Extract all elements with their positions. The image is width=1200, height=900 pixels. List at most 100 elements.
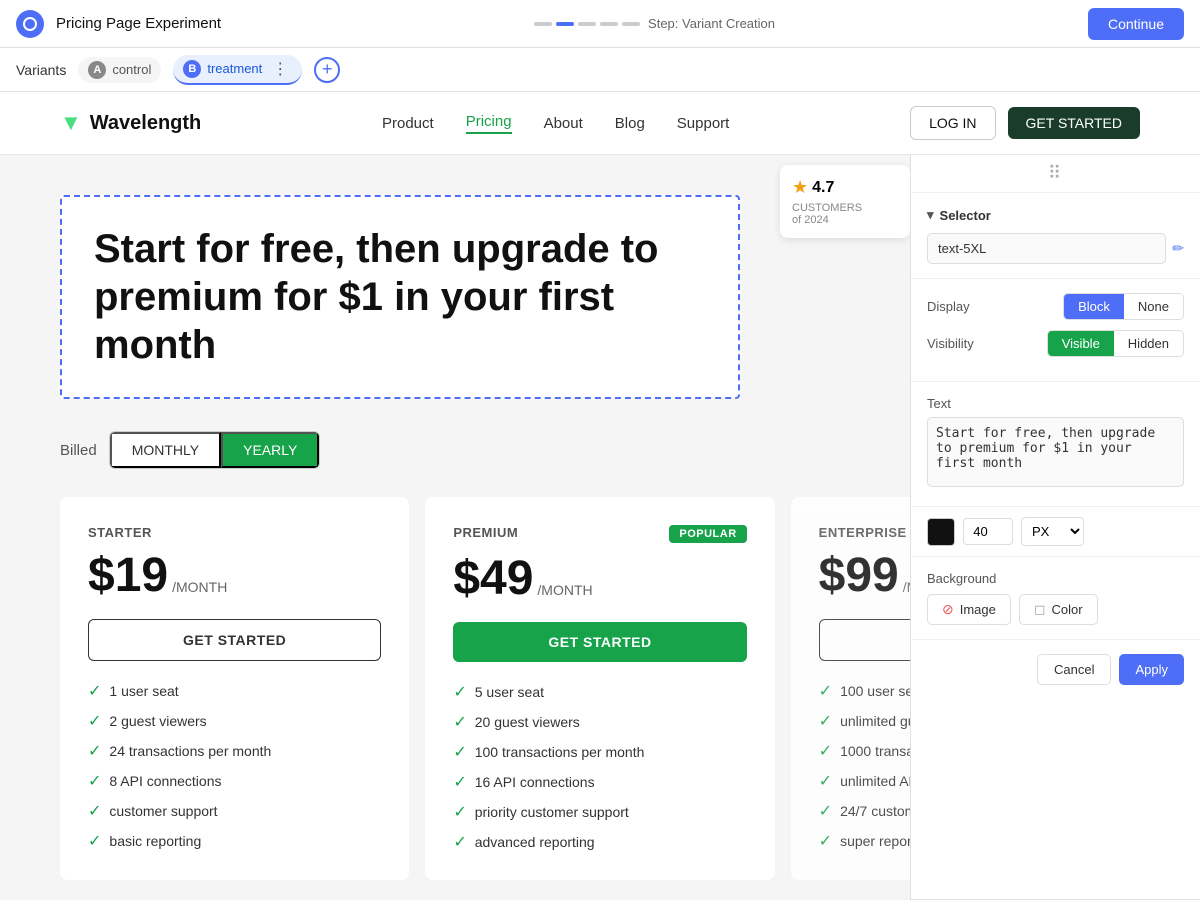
bg-image-icon: ⊘	[942, 601, 954, 618]
star-rating: ★ 4.7	[792, 177, 898, 198]
font-size-input[interactable]	[963, 518, 1013, 545]
main-area: ▼ Wavelength Product Pricing About Blog …	[0, 92, 1200, 900]
step-dot-2	[556, 22, 574, 26]
font-unit-select[interactable]: PX EM REM	[1021, 517, 1084, 546]
hero-section: Start for free, then upgrade to premium …	[60, 195, 740, 399]
variant-tab-treatment[interactable]: B treatment ⋮	[173, 55, 302, 85]
variant-control-label: control	[112, 62, 151, 77]
continue-button[interactable]: Continue	[1088, 8, 1184, 40]
billing-toggle-group: MONTHLY YEARLY	[109, 431, 321, 469]
background-options: ⊘ Image ◻ Color	[927, 594, 1184, 625]
variant-treatment-label: treatment	[207, 61, 262, 76]
display-block-btn[interactable]: Block	[1064, 294, 1124, 319]
check-icon: ✓	[88, 831, 101, 851]
visibility-prop-row: Visibility Visible Hidden	[927, 330, 1184, 357]
pricing-card-starter: STARTER $19 /MONTH GET STARTED ✓1 user s…	[60, 497, 409, 880]
check-icon: ✓	[453, 712, 466, 732]
panel-selector-section: ▾ Selector ✏	[911, 193, 1200, 279]
edit-icon[interactable]: ✏	[1172, 240, 1184, 257]
bg-image-option[interactable]: ⊘ Image	[927, 594, 1011, 625]
nav-blog[interactable]: Blog	[615, 115, 645, 132]
variant-add-button[interactable]: +	[314, 57, 340, 83]
rating-number: 4.7	[812, 179, 834, 197]
collapse-arrow-icon[interactable]: ▾	[927, 207, 934, 223]
feature-item: ✓16 API connections	[453, 772, 746, 792]
step-dot-3	[578, 22, 596, 26]
selector-input[interactable]	[927, 233, 1166, 264]
check-icon: ✓	[819, 831, 832, 851]
variants-bar: Variants A control B treatment ⋮ +	[0, 48, 1200, 92]
billing-yearly[interactable]: YEARLY	[221, 432, 319, 468]
visibility-hidden-btn[interactable]: Hidden	[1114, 331, 1183, 356]
apply-button[interactable]: Apply	[1119, 654, 1184, 685]
variant-more-icon[interactable]: ⋮	[268, 59, 292, 79]
panel-background-section: Background ⊘ Image ◻ Color	[911, 557, 1200, 640]
panel-selector-title: ▾ Selector	[927, 207, 1184, 223]
review-year: of 2024	[792, 214, 898, 226]
plan-cta-starter[interactable]: GET STARTED	[88, 619, 381, 661]
site-actions: LOG IN GET STARTED	[910, 106, 1140, 140]
hero-text: Start for free, then upgrade to premium …	[94, 225, 706, 369]
check-icon: ✓	[88, 771, 101, 791]
visibility-btn-group: Visible Hidden	[1047, 330, 1184, 357]
selector-input-row: ✏	[927, 233, 1184, 264]
text-label: Text	[927, 396, 1184, 411]
feature-item: ✓basic reporting	[88, 831, 381, 851]
step-progress	[534, 22, 640, 26]
cancel-button[interactable]: Cancel	[1037, 654, 1111, 685]
popular-badge: POPULAR	[669, 525, 746, 543]
variants-label: Variants	[16, 62, 66, 78]
nav-support[interactable]: Support	[677, 115, 730, 132]
nav-pricing[interactable]: Pricing	[466, 113, 512, 134]
page-title: Pricing Page Experiment	[56, 15, 221, 32]
visibility-visible-btn[interactable]: Visible	[1048, 331, 1114, 356]
plan-cta-premium[interactable]: GET STARTED	[453, 622, 746, 662]
billing-monthly[interactable]: MONTHLY	[110, 432, 221, 468]
feature-item: ✓8 API connections	[88, 771, 381, 791]
check-icon: ✓	[88, 711, 101, 731]
plan-name-starter: STARTER	[88, 525, 152, 540]
pricing-card-premium: PREMIUM POPULAR $49 /MONTH GET STARTED ✓…	[425, 497, 774, 880]
panel-text-section: Text Start for free, then upgrade to pre…	[911, 382, 1200, 507]
panel-display-section: Display Block None Visibility Visible Hi…	[911, 279, 1200, 382]
check-icon: ✓	[88, 681, 101, 701]
step-info: Step: Variant Creation	[534, 16, 775, 31]
font-row: PX EM REM	[911, 507, 1200, 557]
app-icon	[16, 10, 44, 38]
top-bar: Pricing Page Experiment Step: Variant Cr…	[0, 0, 1200, 48]
feature-item: ✓advanced reporting	[453, 832, 746, 852]
feature-item: ✓5 user seat	[453, 682, 746, 702]
nav-about[interactable]: About	[544, 115, 583, 132]
feature-list-starter: ✓1 user seat ✓2 guest viewers ✓24 transa…	[88, 681, 381, 851]
plan-name-premium: PREMIUM	[453, 525, 518, 540]
background-label: Background	[927, 571, 1184, 586]
nav-product[interactable]: Product	[382, 115, 434, 132]
bg-color-option[interactable]: ◻ Color	[1019, 594, 1098, 625]
right-panel: ⠿ ▾ Selector ✏ Display Block	[910, 155, 1200, 900]
font-color-swatch[interactable]	[927, 518, 955, 546]
bg-color-icon: ◻	[1034, 601, 1046, 618]
variant-tab-control[interactable]: A control	[78, 57, 161, 83]
plan-price-premium: $49 /MONTH	[453, 551, 746, 606]
app-icon-inner	[23, 17, 37, 31]
plan-name-enterprise: ENTERPRISE	[819, 525, 907, 540]
top-bar-left: Pricing Page Experiment	[16, 10, 221, 38]
check-icon: ✓	[819, 711, 832, 731]
step-dot-5	[622, 22, 640, 26]
site-get-started-button[interactable]: GET STARTED	[1008, 107, 1140, 139]
login-button[interactable]: LOG IN	[910, 106, 995, 140]
display-none-btn[interactable]: None	[1124, 294, 1183, 319]
billed-label: Billed	[60, 442, 97, 459]
check-icon: ✓	[453, 682, 466, 702]
check-icon: ✓	[453, 742, 466, 762]
feature-item: ✓1 user seat	[88, 681, 381, 701]
check-icon: ✓	[453, 832, 466, 852]
plan-price-starter: $19 /MONTH	[88, 548, 381, 603]
price-amount-enterprise: $99	[819, 548, 899, 603]
text-textarea[interactable]: Start for free, then upgrade to premium …	[927, 417, 1184, 487]
rating-label: CUSTOMERS	[792, 202, 898, 214]
star-icon: ★	[792, 177, 808, 198]
price-amount-starter: $19	[88, 548, 168, 603]
check-icon: ✓	[453, 802, 466, 822]
panel-drag-handle[interactable]: ⠿	[911, 155, 1200, 193]
